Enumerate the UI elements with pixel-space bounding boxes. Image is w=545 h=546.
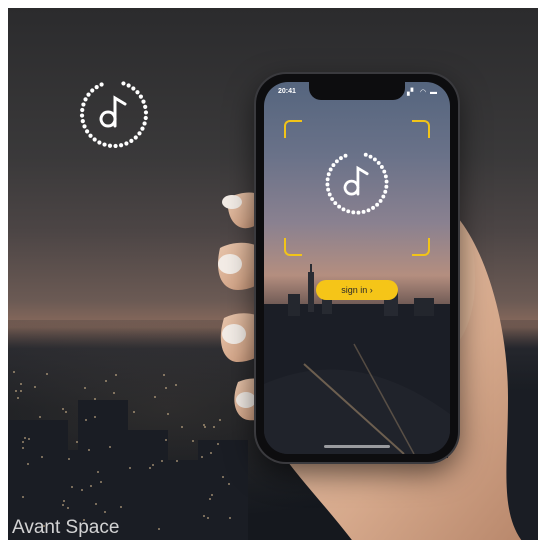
notch <box>309 82 405 100</box>
status-time: 20:41 <box>278 88 296 95</box>
smartphone: 20:41 ▗▘ ◠ ▬ sign in › <box>256 74 458 462</box>
status-icons: ▗▘ ◠ ▬ <box>404 88 438 96</box>
app-logo-music-icon <box>320 146 394 220</box>
music-note-icon <box>74 74 154 154</box>
watermark-text: Avant Space <box>12 517 119 539</box>
scan-frame-corner-top-left <box>284 120 302 138</box>
background-scene: 20:41 ▗▘ ◠ ▬ sign in › <box>8 8 538 540</box>
sign-in-button[interactable]: sign in › <box>316 280 398 300</box>
home-indicator <box>324 445 390 448</box>
scan-frame-corner-bottom-right <box>412 238 430 256</box>
phone-screen: 20:41 ▗▘ ◠ ▬ sign in › <box>264 82 450 454</box>
scan-frame-corner-top-right <box>412 120 430 138</box>
scan-frame-corner-bottom-left <box>284 238 302 256</box>
